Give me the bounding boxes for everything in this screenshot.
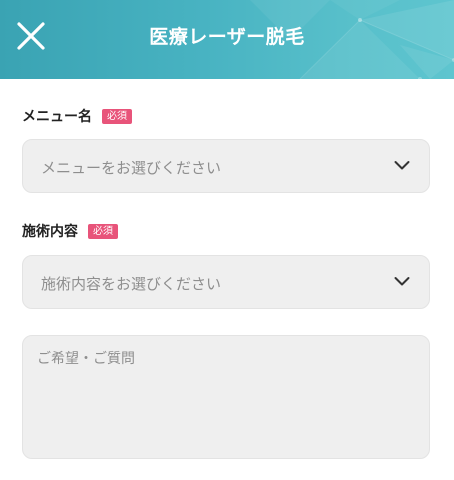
required-badge: 必須: [88, 223, 118, 239]
request-textarea-placeholder: ご希望・ご質問: [37, 351, 135, 367]
menu-label-row: メニュー名 必須: [22, 106, 132, 126]
treatment-select[interactable]: 施術内容をお選びください: [22, 255, 430, 309]
header-bar: 医療レーザー脱毛: [0, 0, 454, 79]
request-textarea[interactable]: ご希望・ご質問: [22, 335, 430, 459]
treatment-select-value: 施術内容をお選びください: [41, 275, 222, 293]
menu-field-label: メニュー名: [22, 109, 92, 125]
treatment-label-row: 施術内容 必須: [22, 221, 118, 241]
menu-select-value: メニューをお選びください: [41, 159, 222, 177]
menu-select[interactable]: メニューをお選びください: [22, 139, 430, 193]
treatment-field-label: 施術内容: [22, 224, 78, 240]
required-badge: 必須: [102, 108, 132, 124]
chevron-down-icon: [394, 277, 410, 286]
chevron-down-icon: [394, 161, 410, 170]
page-title: 医療レーザー脱毛: [149, 26, 305, 48]
reservation-form-screen: 医療レーザー脱毛 メニュー名 必須 メニューをお選びください 施術内容 必須 施…: [0, 0, 454, 480]
